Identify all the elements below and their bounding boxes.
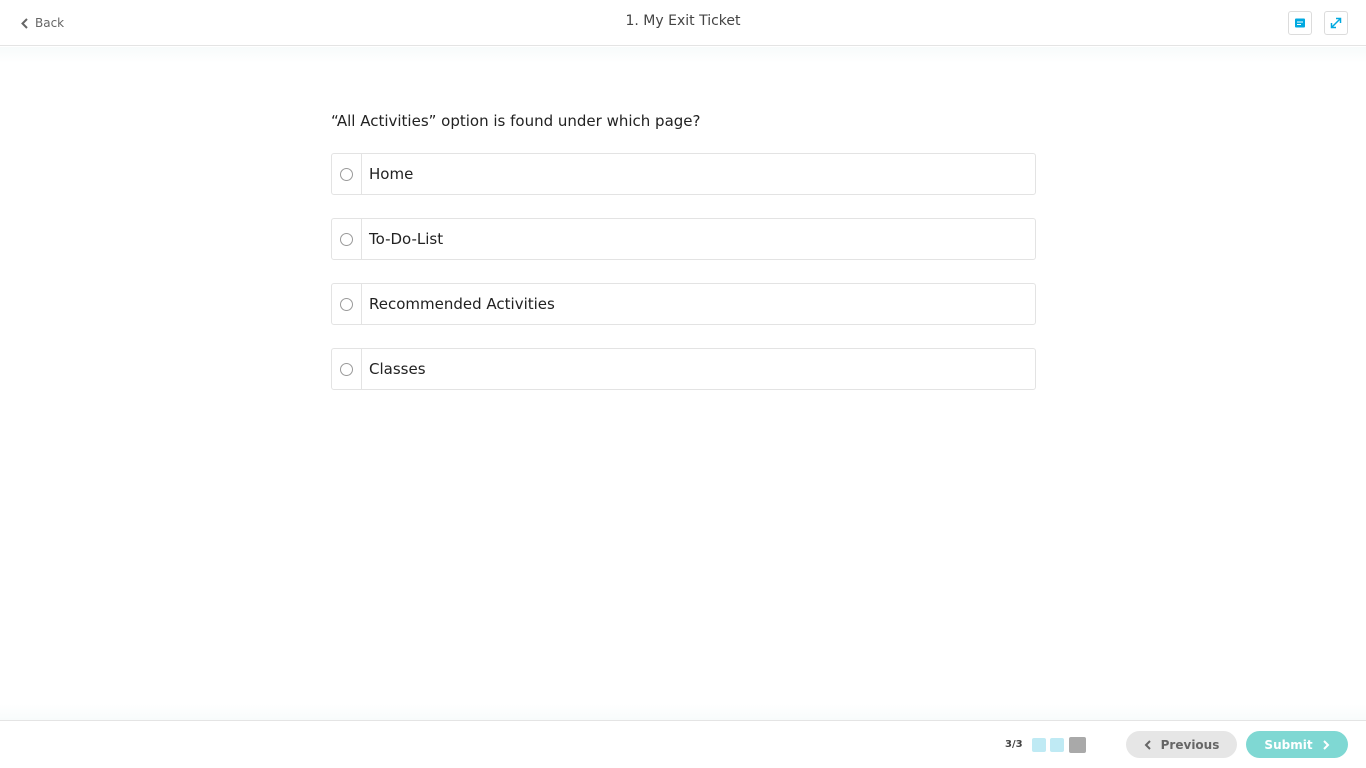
- answer-option-recommended-activities[interactable]: Recommended Activities: [331, 283, 1036, 325]
- expand-button[interactable]: [1324, 11, 1348, 35]
- radio-button[interactable]: [340, 167, 353, 181]
- chevron-right-icon: [1322, 739, 1329, 750]
- notes-button[interactable]: [1288, 11, 1312, 35]
- notes-icon: [1295, 18, 1305, 28]
- radio-button[interactable]: [340, 297, 353, 311]
- radio-cell: [332, 349, 362, 389]
- previous-button[interactable]: Previous: [1126, 731, 1237, 758]
- progress-counter: 3/3: [1005, 739, 1023, 750]
- option-label: Classes: [369, 360, 426, 378]
- expand-icon: [1330, 17, 1342, 29]
- radio-cell: [332, 154, 362, 194]
- chevron-left-icon: [1144, 739, 1151, 750]
- option-label: To-Do-List: [369, 230, 444, 248]
- option-label: Home: [369, 165, 414, 183]
- answer-option-classes[interactable]: Classes: [331, 348, 1036, 390]
- progress-dot-2[interactable]: [1050, 738, 1064, 752]
- progress-dot-1[interactable]: [1032, 738, 1046, 752]
- progress-dot-3-current[interactable]: [1069, 737, 1086, 753]
- radio-cell: [332, 284, 362, 324]
- question-text: “All Activities” option is found under w…: [331, 112, 701, 130]
- option-label: Recommended Activities: [369, 295, 555, 313]
- answer-option-home[interactable]: Home: [331, 153, 1036, 195]
- previous-label: Previous: [1160, 737, 1220, 752]
- radio-cell: [332, 219, 362, 259]
- bottom-bar: 3/3 Previous Submit: [0, 720, 1366, 768]
- header-shadow: [0, 47, 1366, 63]
- answer-option-to-do-list[interactable]: To-Do-List: [331, 218, 1036, 260]
- submit-label: Submit: [1264, 737, 1313, 752]
- footer-shadow: [0, 704, 1366, 720]
- top-bar: Back 1. My Exit Ticket: [0, 0, 1366, 46]
- radio-button[interactable]: [340, 362, 353, 376]
- submit-button[interactable]: Submit: [1246, 731, 1348, 758]
- radio-button[interactable]: [340, 232, 353, 246]
- page-title: 1. My Exit Ticket: [625, 13, 741, 29]
